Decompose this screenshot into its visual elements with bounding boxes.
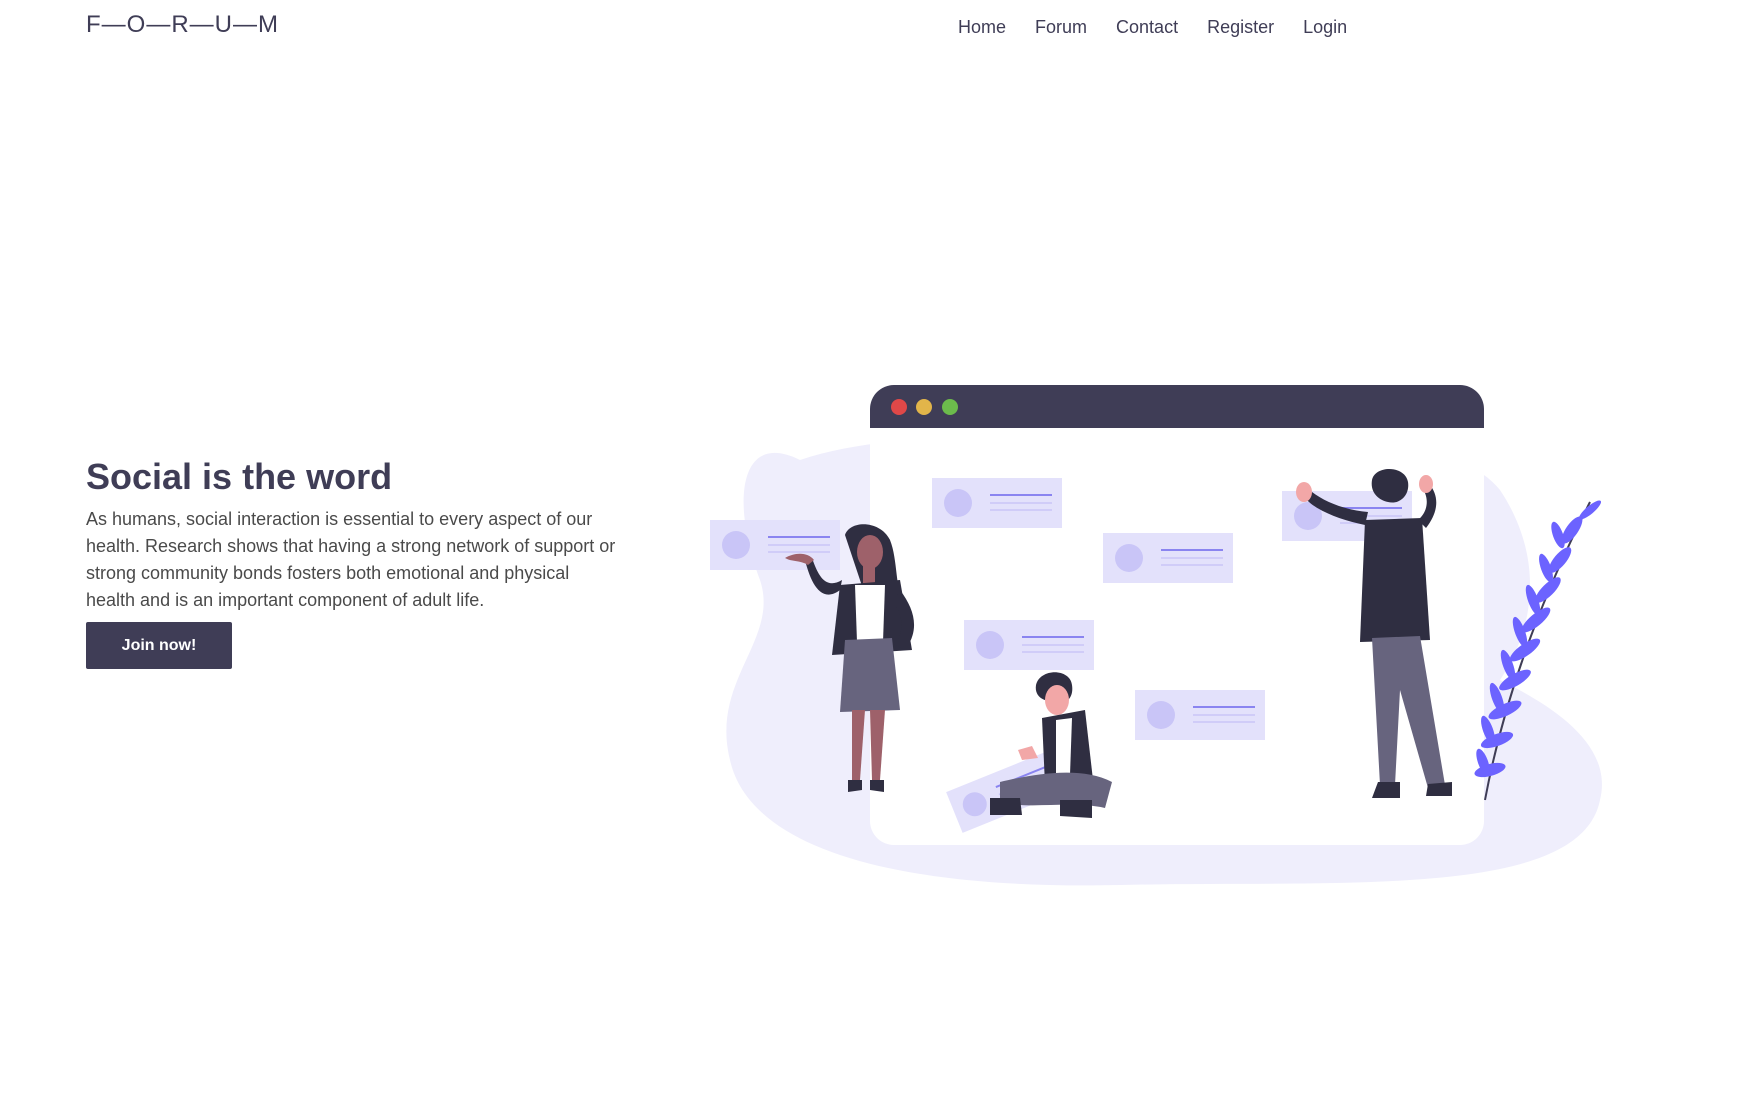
nav-register-link[interactable]: Register xyxy=(1207,17,1274,38)
nav-login-link[interactable]: Login xyxy=(1303,17,1347,38)
maximize-dot-icon xyxy=(942,399,958,415)
hero-description: As humans, social interaction is essenti… xyxy=(86,509,616,610)
nav-home-link[interactable]: Home xyxy=(958,17,1006,38)
minimize-dot-icon xyxy=(916,399,932,415)
join-now-button[interactable]: Join now! xyxy=(86,622,232,669)
landing-page: F—O—R—U—M Home Forum Contact Register Lo… xyxy=(0,0,1739,1106)
hero-title: Social is the word xyxy=(86,456,393,497)
close-dot-icon xyxy=(891,399,907,415)
people-social-network-illustration xyxy=(710,385,1602,886)
nav-forum-link[interactable]: Forum xyxy=(1035,17,1087,38)
nav-contact-link[interactable]: Contact xyxy=(1116,17,1178,38)
main-nav: Home Forum Contact Register Login xyxy=(958,17,1376,38)
brand-logo[interactable]: F—O—R—U—M xyxy=(86,11,279,39)
